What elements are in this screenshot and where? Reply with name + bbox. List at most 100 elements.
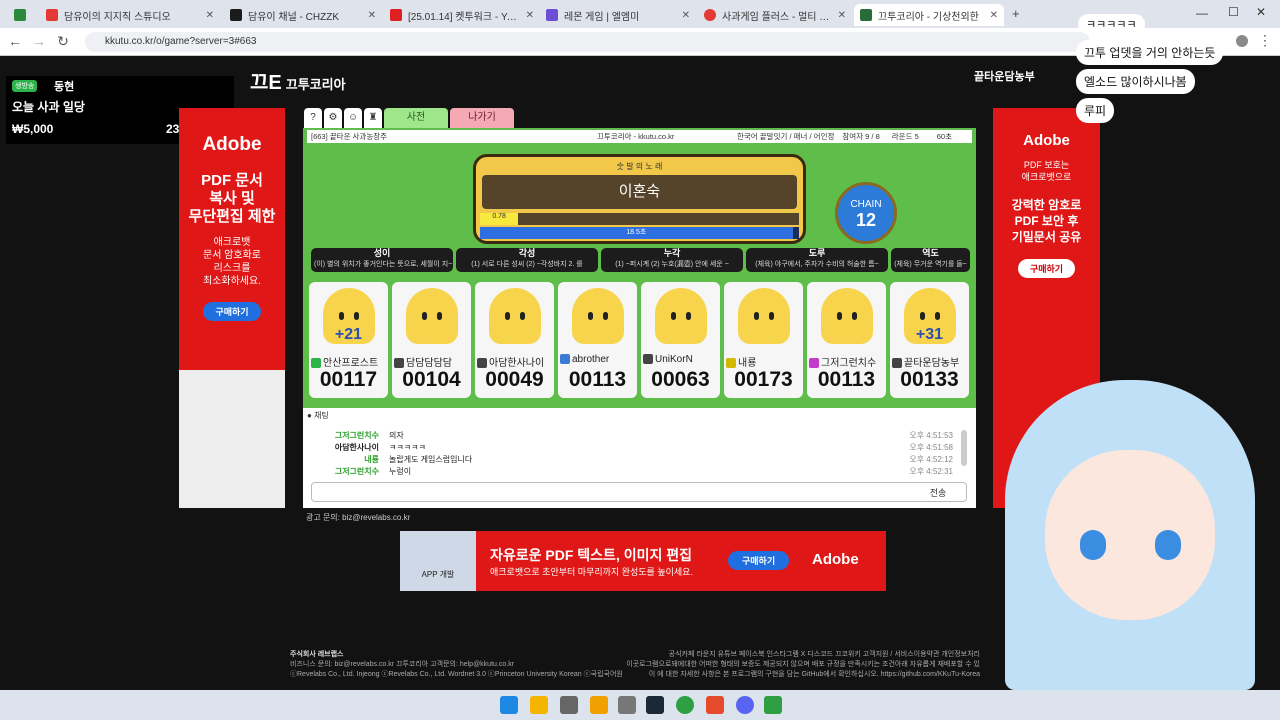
adobe-logo: Adobe — [1023, 132, 1070, 149]
footer-github-line[interactable]: 이 에 대한 자세한 사항은 본 프로그램의 구현을 담는 GitHub에서 확… — [620, 670, 980, 680]
player-name-row: 안산프로스트 — [311, 354, 387, 369]
leave-button[interactable]: 나가기 — [450, 108, 514, 128]
forward-arrow-icon[interactable]: → — [30, 33, 48, 49]
bottom-ad-banner[interactable]: APP 개발 자유로운 PDF 텍스트, 이미지 편집 애크로뱃으로 초안부터 … — [400, 531, 886, 591]
ad-buy-button[interactable]: 구매하기 — [1017, 259, 1076, 278]
reload-icon[interactable]: ↻ — [54, 33, 72, 50]
close-icon[interactable]: ✕ — [990, 10, 998, 21]
chat-user[interactable]: 아담한사나이 — [319, 442, 379, 453]
tab-0[interactable]: 담유이의 지지직 스튜디오 ✕ — [40, 4, 220, 26]
ad-app-image: APP 개발 — [400, 531, 476, 591]
player-name-row: 담담담담담 — [394, 354, 470, 369]
url-input[interactable]: kkutu.co.kr/o/game?server=3#663 — [85, 32, 1090, 52]
brave-icon[interactable] — [706, 696, 724, 714]
send-button[interactable]: 전송 — [918, 485, 958, 501]
board-hint: 숫 발 의 노 래 — [616, 162, 663, 171]
tab-2[interactable]: [25.01.14] 켓투워크 - YouTube ✕ — [384, 4, 540, 26]
theme-card[interactable]: 역도 (체육) 무거운 역기를 들~ — [891, 248, 970, 272]
youtube-icon — [390, 9, 402, 21]
profile-avatar[interactable] — [1236, 35, 1248, 47]
player-name-row: UniKorN — [643, 354, 719, 365]
chain-value: 12 — [855, 210, 877, 230]
player-name-row: 아담한사나이 — [477, 354, 553, 369]
game-menu: ? ⚙ ☺ ♜ 사전 나가기 — [304, 108, 524, 128]
community-icon[interactable]: ☺ — [344, 108, 362, 128]
menu-dots-icon[interactable]: ⋮ — [1258, 32, 1272, 49]
adobe-logo: Adobe — [812, 551, 859, 568]
player-score: 00173 — [734, 368, 793, 391]
player-card[interactable]: +31 끝타운담농부 00133 — [890, 282, 969, 398]
tab-5-active[interactable]: 끄투코리아 - 기상천외한 ✕ — [854, 4, 1004, 26]
theme-title: 도루 — [808, 248, 826, 258]
tab-3[interactable]: 레몬 게임 | 엘엠미 ✕ — [540, 4, 696, 26]
ad-title: 자유로운 PDF 텍스트, 이미지 편집 — [490, 547, 693, 563]
site-logo[interactable]: 끄E 끄투코리아 — [250, 66, 346, 95]
app-icon[interactable] — [590, 696, 608, 714]
logo-mark: 끄E — [250, 72, 282, 94]
close-icon[interactable]: ✕ — [206, 10, 214, 21]
player-score: 00104 — [402, 368, 461, 391]
room-info-bar: [663] 끝타운 사과농장주 끄투코리아 - kkutu.co.kr 한국어 … — [307, 130, 972, 143]
current-word: 이혼숙 — [482, 175, 797, 209]
tab-1[interactable]: 담유이 채널 - CHZZK ✕ — [224, 4, 382, 26]
left-ad-banner[interactable]: Adobe PDF 문서 복사 및 무단편집 제한 애크로뱃 문서 암호화로 리… — [179, 108, 285, 508]
theme-title: 성이 — [373, 248, 391, 258]
user-nickname[interactable]: 끝타운담농부 — [974, 68, 1035, 84]
ad-buy-button[interactable]: 구매하기 — [728, 551, 790, 570]
theme-card[interactable]: 각성 (1) 서로 다른 성씨 (2) ~각성바지 2. 를 — [456, 248, 598, 272]
close-icon[interactable]: ✕ — [526, 10, 534, 21]
theme-card[interactable]: 성이 (이) 별의 위치가 좋거인다는 뜻으로, 세월이 지~ — [311, 248, 453, 272]
help-icon[interactable]: ? — [304, 108, 322, 128]
theme-card[interactable]: 도루 (체육) 야구에서, 주자가 수비의 허술한 틈~ — [746, 248, 888, 272]
player-name-row: abrother — [560, 354, 636, 365]
pinned-tab[interactable] — [8, 4, 36, 26]
player-avatar — [572, 288, 624, 344]
window-close-button[interactable]: ✕ — [1256, 5, 1266, 19]
tab-favicon-icon — [546, 9, 558, 21]
chrome-icon[interactable] — [676, 696, 694, 714]
player-card[interactable]: 담담담담담 00104 — [392, 282, 471, 398]
player-card[interactable]: 내룡 00173 — [724, 282, 803, 398]
tab-title: 담유이 채널 - CHZZK — [248, 11, 339, 23]
windows-start-icon[interactable] — [500, 696, 518, 714]
room-round: 라운드 5 — [891, 132, 919, 141]
maximize-button[interactable]: ☐ — [1228, 5, 1239, 19]
app-icon[interactable] — [560, 696, 578, 714]
user-icon[interactable]: ♜ — [364, 108, 382, 128]
overlay-title: 오늘 사과 일당 — [12, 100, 85, 114]
discord-icon[interactable] — [736, 696, 754, 714]
chat-scrollbar[interactable] — [961, 430, 967, 466]
steam-icon[interactable] — [646, 696, 664, 714]
player-avatar — [489, 288, 541, 344]
round-timer-fill: 18.5초 — [480, 227, 793, 239]
chat-log[interactable]: 그저그런치수 의자 오후 4:51:53 아담한사나이 ㅋㅋㅋㅋㅋ 오후 4:51:58 내… — [307, 422, 965, 478]
app-icon[interactable] — [618, 696, 636, 714]
turn-timer-bar: 0.78 — [480, 213, 799, 225]
tab-4[interactable]: 사과게임 플러스 - 멀티 사과게 ✕ — [698, 4, 852, 26]
file-explorer-icon[interactable] — [530, 696, 548, 714]
settings-icon[interactable]: ⚙ — [324, 108, 342, 128]
footer-links-line[interactable]: 공식카페 라운지 유튜브 페이스북 인스타그램 X 디스코드 끄코위키 고객지원… — [620, 650, 980, 660]
close-icon[interactable]: ✕ — [838, 10, 846, 21]
dict-button[interactable]: 사전 — [384, 108, 448, 128]
ad-buy-button[interactable]: 구매하기 — [203, 302, 261, 321]
close-icon[interactable]: ✕ — [682, 10, 690, 21]
player-card[interactable]: +21 안산프로스트 00117 — [309, 282, 388, 398]
player-card[interactable]: abrother 00113 — [558, 282, 637, 398]
chat-text: 놀랍게도 게임스럽입니다 — [389, 455, 473, 464]
player-card[interactable]: 아담한사나이 00049 — [475, 282, 554, 398]
chat-text: ㅋㅋㅋㅋㅋ — [389, 443, 426, 452]
chat-user[interactable]: 그저그런치수 — [319, 430, 379, 441]
new-tab-button[interactable]: + — [1012, 6, 1020, 21]
app-icon[interactable] — [764, 696, 782, 714]
chat-user[interactable]: 그저그런치수 — [319, 466, 379, 477]
player-card[interactable]: 그저그런치수 00113 — [807, 282, 886, 398]
minimize-button[interactable]: — — [1196, 6, 1208, 20]
back-arrow-icon[interactable]: ← — [6, 33, 24, 49]
close-icon[interactable]: ✕ — [368, 10, 376, 21]
player-card[interactable]: UniKorN 00063 — [641, 282, 720, 398]
theme-card[interactable]: 누각 (1) ~퍼시계 (2) 누호(漏壺) 안에 세운 ~ — [601, 248, 743, 272]
chat-user[interactable]: 내룡 — [319, 454, 379, 465]
chat-input[interactable]: 전송 — [311, 482, 967, 502]
chat-header: ● 채팅 — [307, 411, 329, 420]
